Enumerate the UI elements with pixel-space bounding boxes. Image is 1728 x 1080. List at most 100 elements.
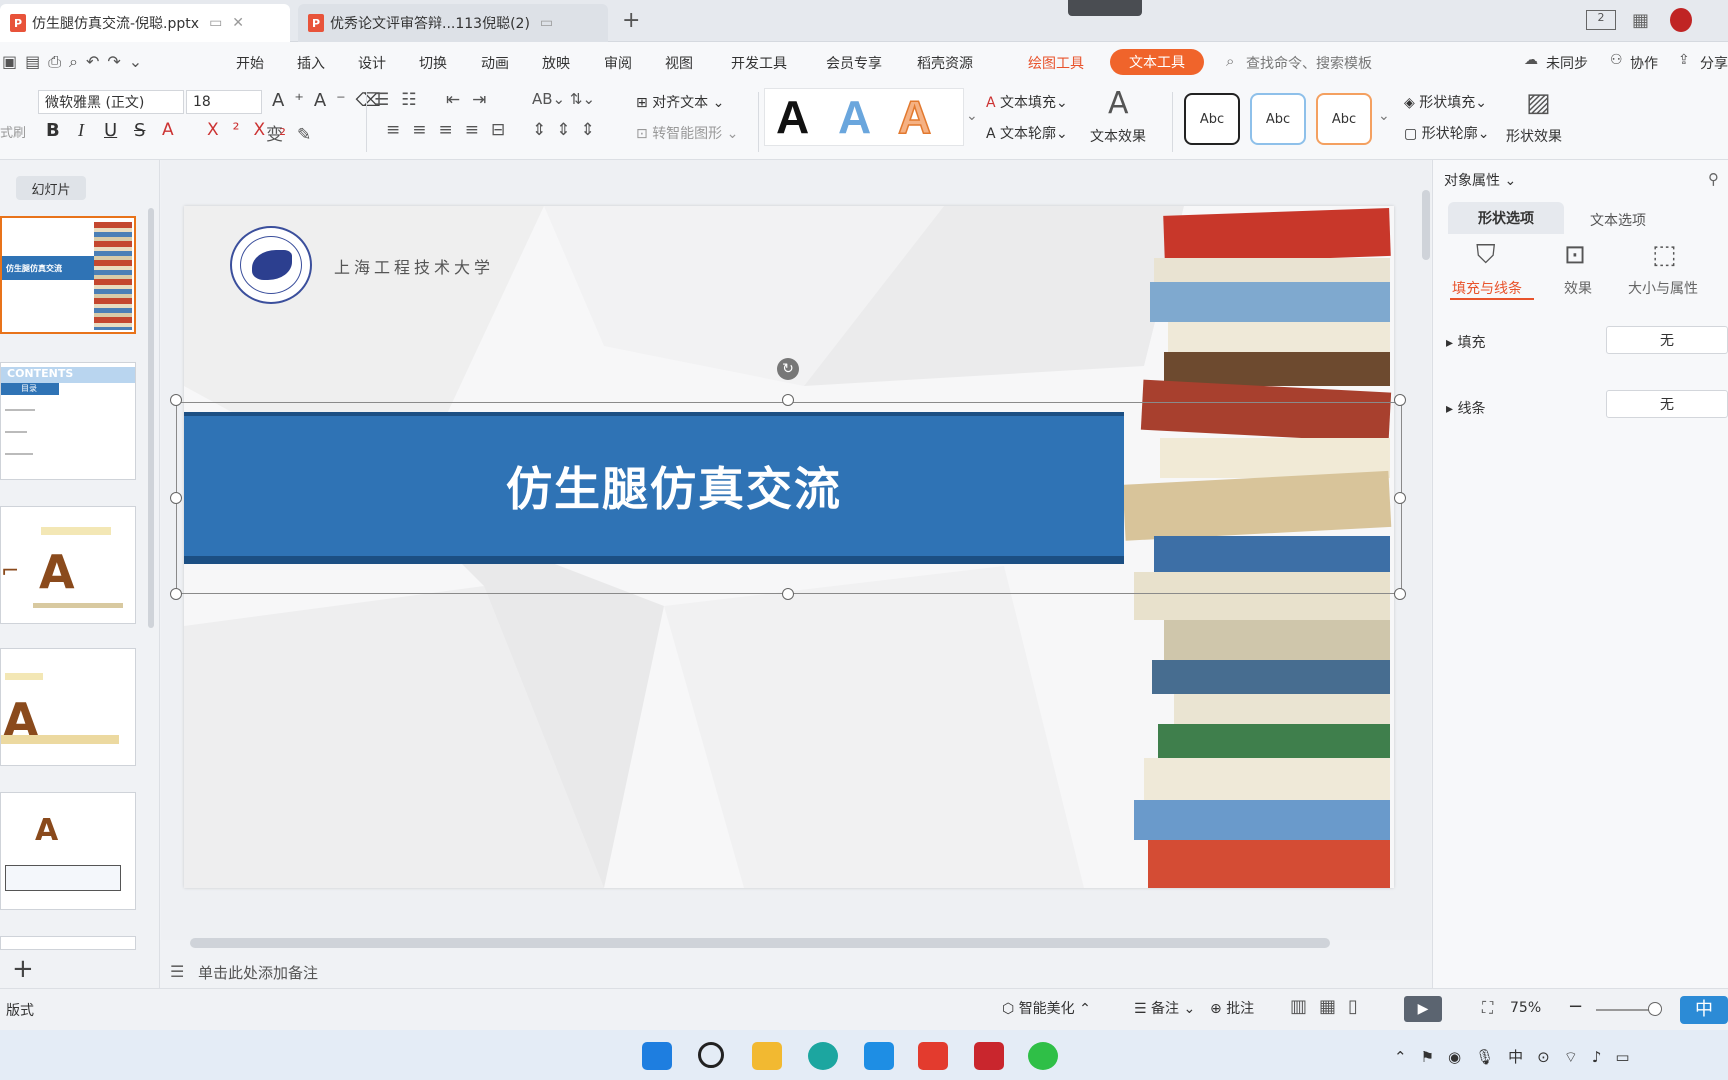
canvas-horizontal-scrollbar[interactable] bbox=[190, 938, 1330, 948]
italic-button[interactable]: I bbox=[78, 120, 84, 141]
shape-style-blue[interactable]: Abc bbox=[1250, 93, 1306, 145]
add-slide-button[interactable]: + bbox=[12, 954, 34, 984]
slide-thumbnail-6[interactable] bbox=[0, 936, 136, 950]
slides-tab[interactable]: 幻灯片 bbox=[16, 176, 86, 200]
fill-section-toggle[interactable]: ▸ 填充 bbox=[1446, 332, 1485, 352]
tab-document-2[interactable]: P 优秀论文评审答辩...113倪聪(2) ▭ bbox=[298, 4, 608, 42]
collab-button[interactable]: 协作 bbox=[1630, 53, 1658, 73]
alignment-icons[interactable]: ≡≡≡≡⊟ bbox=[386, 120, 517, 140]
resize-handle[interactable] bbox=[782, 588, 794, 600]
photos-icon[interactable] bbox=[864, 1042, 894, 1070]
menu-insert[interactable]: 插入 bbox=[297, 53, 325, 73]
beautify-button[interactable]: ⬡ 智能美化 ⌃ bbox=[1002, 998, 1091, 1018]
bold-button[interactable]: B bbox=[46, 120, 60, 141]
fit-icon[interactable]: ⛶ bbox=[1482, 998, 1493, 1018]
shape-gallery-more-icon[interactable]: ⌄ bbox=[1378, 108, 1390, 124]
edge-browser-icon[interactable] bbox=[808, 1042, 838, 1070]
zoom-level[interactable]: 75% bbox=[1510, 1000, 1541, 1016]
selection-frame[interactable] bbox=[176, 402, 1402, 594]
canvas-vertical-scrollbar[interactable] bbox=[1422, 190, 1430, 260]
resize-handle[interactable] bbox=[170, 588, 182, 600]
subtab-effect[interactable]: 效果 bbox=[1564, 278, 1592, 298]
comments-button[interactable]: ⊕ 批注 bbox=[1210, 998, 1254, 1018]
layout-label[interactable]: 版式 bbox=[6, 1000, 34, 1020]
tab-document-1[interactable]: P 仿生腿仿真交流-倪聪.pptx ▭ ✕ bbox=[0, 4, 290, 42]
slide-thumbnail-2[interactable]: CONTENTS 目录 bbox=[0, 362, 136, 480]
menu-drawing-tool[interactable]: 绘图工具 bbox=[1028, 53, 1084, 73]
line-section-toggle[interactable]: ▸ 线条 bbox=[1446, 398, 1485, 418]
slide-thumbnail-4[interactable]: A bbox=[0, 648, 136, 766]
slide-thumbnail-5[interactable]: A bbox=[0, 792, 136, 910]
format-painter-button[interactable]: 式刷 bbox=[0, 122, 26, 141]
resize-handle[interactable] bbox=[1394, 394, 1406, 406]
view-mode-icons[interactable]: ▥▦▯ bbox=[1290, 996, 1370, 1017]
underline-button[interactable]: U bbox=[104, 120, 117, 141]
phonetic-highlight-icons[interactable]: 变✎ bbox=[266, 120, 325, 145]
system-tray-icons[interactable]: ⌃⚑◉🎙中⊙⌔♪▭ bbox=[1394, 1046, 1644, 1067]
shape-outline-button[interactable]: ▢ 形状轮廓⌄ bbox=[1404, 123, 1489, 143]
text-style-orange[interactable]: A bbox=[897, 90, 932, 144]
menu-home[interactable]: 开始 bbox=[236, 53, 264, 73]
smart-shape-button[interactable]: ⊡ 转智能图形 ⌄ bbox=[636, 123, 738, 143]
zoom-slider-track[interactable] bbox=[1596, 1009, 1656, 1011]
gallery-more-icon[interactable]: ⌄ bbox=[966, 108, 978, 124]
shape-effect-button[interactable]: 形状效果 bbox=[1506, 126, 1562, 146]
font-name-select[interactable]: 微软雅黑 (正文) bbox=[38, 90, 184, 114]
close-icon[interactable]: ✕ bbox=[232, 15, 244, 31]
panel-scrollbar[interactable] bbox=[148, 208, 154, 628]
zoom-out-button[interactable]: − bbox=[1568, 996, 1583, 1017]
new-tab-button[interactable]: + bbox=[622, 8, 640, 33]
pin-icon[interactable]: ⚲ bbox=[1708, 170, 1719, 188]
font-size-select[interactable]: 18 bbox=[186, 90, 262, 114]
text-direction-icon[interactable]: AB⌄ ⇅⌄ bbox=[532, 90, 595, 108]
tab-text-options[interactable]: 文本选项 bbox=[1590, 210, 1646, 230]
play-button[interactable]: ▶ bbox=[1404, 996, 1442, 1022]
notes-button[interactable]: ☰ 备注 ⌄ bbox=[1134, 998, 1195, 1018]
ime-indicator[interactable]: 中 bbox=[1680, 996, 1728, 1024]
text-effect-button[interactable]: 文本效果 bbox=[1090, 126, 1146, 146]
text-style-blue[interactable]: A bbox=[838, 90, 871, 144]
shape-fill-button[interactable]: ◈ 形状填充⌄ bbox=[1404, 92, 1487, 112]
menu-text-tool[interactable]: 文本工具 bbox=[1110, 49, 1204, 75]
text-outline-button[interactable]: A 文本轮廓⌄ bbox=[986, 123, 1068, 143]
resize-handle[interactable] bbox=[1394, 588, 1406, 600]
resize-handle[interactable] bbox=[1394, 492, 1406, 504]
strikethrough-button[interactable]: S bbox=[134, 120, 145, 141]
resize-handle[interactable] bbox=[170, 394, 182, 406]
quick-access-icons[interactable]: ▣▤⎙⌕↶↷⌄ bbox=[2, 52, 150, 72]
menu-animation[interactable]: 动画 bbox=[481, 53, 509, 73]
text-fill-button[interactable]: A 文本填充⌄ bbox=[986, 92, 1068, 112]
tab-shape-options[interactable]: 形状选项 bbox=[1448, 202, 1564, 234]
menu-member[interactable]: 会员专享 bbox=[826, 53, 882, 73]
wechat-icon[interactable] bbox=[1028, 1042, 1058, 1070]
file-explorer-icon[interactable] bbox=[752, 1042, 782, 1070]
shape-style-orange[interactable]: Abc bbox=[1316, 93, 1372, 145]
share-button[interactable]: 分享 bbox=[1700, 53, 1728, 73]
resize-handle[interactable] bbox=[782, 394, 794, 406]
menu-developer[interactable]: 开发工具 bbox=[731, 53, 787, 73]
notes-placeholder[interactable]: 单击此处添加备注 bbox=[198, 962, 318, 983]
fill-select[interactable]: 无 bbox=[1606, 326, 1728, 354]
menu-review[interactable]: 审阅 bbox=[604, 53, 632, 73]
line-select[interactable]: 无 bbox=[1606, 390, 1728, 418]
slide-thumbnail-3[interactable]: A ⌐ bbox=[0, 506, 136, 624]
menu-design[interactable]: 设计 bbox=[358, 53, 386, 73]
command-search[interactable]: 查找命令、搜索模板 bbox=[1246, 53, 1372, 73]
windows-start-icon[interactable] bbox=[642, 1042, 672, 1070]
grid-icon[interactable]: ▦ bbox=[1632, 10, 1649, 31]
menu-resources[interactable]: 稻壳资源 bbox=[917, 53, 973, 73]
avatar[interactable] bbox=[1670, 8, 1692, 32]
shape-style-dark[interactable]: Abc bbox=[1184, 93, 1240, 145]
subtab-size[interactable]: 大小与属性 bbox=[1628, 278, 1698, 298]
list-icons[interactable]: ☰☷ ⇤⇥ bbox=[374, 90, 498, 110]
slide-thumbnail-1[interactable]: 仿生腿仿真交流 bbox=[0, 216, 136, 334]
resize-handle[interactable] bbox=[170, 492, 182, 504]
solidworks-icon[interactable] bbox=[974, 1042, 1004, 1070]
zoom-slider-thumb[interactable] bbox=[1648, 1002, 1662, 1016]
spacing-icons[interactable]: ⇕⇕⇕ bbox=[532, 120, 605, 140]
sync-status[interactable]: 未同步 bbox=[1546, 53, 1588, 73]
subtab-fill-line[interactable]: 填充与线条 bbox=[1452, 278, 1522, 298]
window-count-icon[interactable]: 2 bbox=[1586, 10, 1616, 30]
panel-title[interactable]: 对象属性 ⌄ bbox=[1444, 170, 1516, 190]
wps-office-icon[interactable] bbox=[918, 1042, 948, 1070]
